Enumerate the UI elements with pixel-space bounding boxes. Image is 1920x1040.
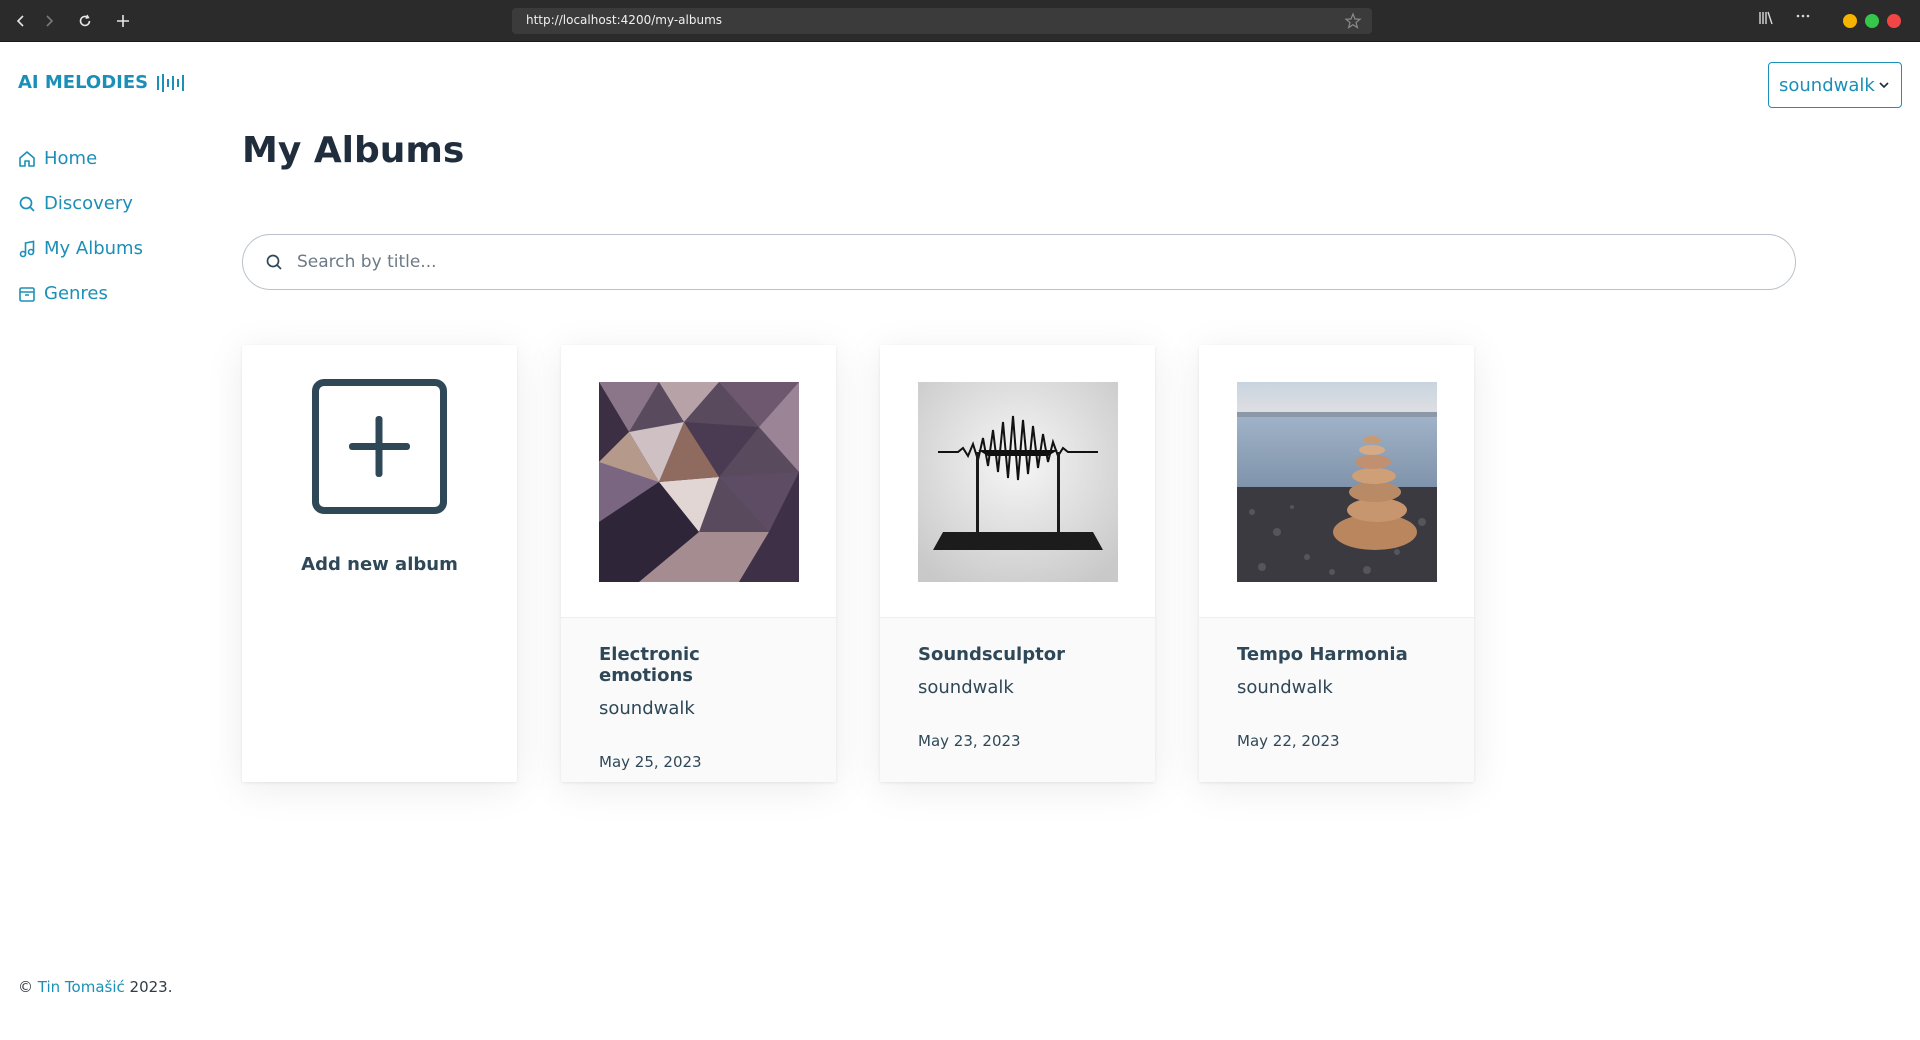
- copyright-symbol: ©: [18, 978, 33, 996]
- library-icon: [1759, 11, 1773, 25]
- plus-icon: [117, 15, 129, 27]
- search-bar[interactable]: [242, 234, 1796, 290]
- chevron-down-icon: [1879, 82, 1889, 89]
- back-button[interactable]: [8, 8, 34, 34]
- album-cover: [917, 382, 1118, 582]
- album-cover-area: [1199, 345, 1474, 617]
- author-link[interactable]: Tin Tomašić: [38, 978, 125, 996]
- app-logo[interactable]: AI MELODIES: [18, 72, 186, 93]
- album-grid: Add new album Electronic emotions soundw…: [242, 345, 1474, 782]
- add-album-label: Add new album: [301, 554, 458, 575]
- album-cover-area: [561, 345, 836, 617]
- footer: © Tin Tomašić 2023.: [18, 978, 172, 996]
- album-cover: [1236, 382, 1437, 582]
- archive-box-icon: [19, 286, 35, 302]
- bookmark-star-icon[interactable]: [1344, 12, 1362, 30]
- user-select-value: soundwalk: [1779, 74, 1875, 96]
- album-card[interactable]: Electronic emotions soundwalk May 25, 20…: [561, 345, 836, 782]
- forward-button[interactable]: [36, 8, 62, 34]
- album-artist: soundwalk: [1237, 677, 1333, 698]
- crystal-facets-image: [598, 382, 799, 582]
- sound-bars-icon: [157, 73, 185, 92]
- waveform-sculpture-image: [917, 382, 1118, 582]
- page-title: My Albums: [242, 130, 465, 171]
- album-title: Soundsculptor: [918, 644, 1065, 665]
- home-icon: [19, 150, 35, 167]
- chevron-left-icon: [16, 15, 24, 27]
- search-icon: [266, 254, 282, 270]
- menu-button[interactable]: [1795, 7, 1811, 27]
- sidebar-item-label: My Albums: [44, 238, 143, 259]
- album-cover-area: [880, 345, 1155, 617]
- sidebar-nav: Home Discovery My Albums Genres: [18, 136, 143, 316]
- new-tab-button[interactable]: [110, 8, 136, 34]
- sidebar-item-home[interactable]: Home: [18, 136, 143, 181]
- sidebar-item-label: Genres: [44, 283, 108, 304]
- add-square-icon: [312, 379, 447, 514]
- user-select[interactable]: soundwalk: [1768, 62, 1902, 108]
- sidebar-item-genres[interactable]: Genres: [18, 271, 143, 316]
- reload-button[interactable]: [72, 8, 98, 34]
- close-button[interactable]: [1887, 14, 1901, 28]
- add-album-card[interactable]: Add new album: [242, 345, 517, 782]
- search-input[interactable]: [297, 252, 1773, 272]
- library-button[interactable]: [1758, 10, 1774, 30]
- album-date: May 25, 2023: [599, 753, 702, 771]
- album-info: Electronic emotions soundwalk May 25, 20…: [561, 617, 836, 782]
- album-info: Tempo Harmonia soundwalk May 22, 2023: [1199, 617, 1474, 782]
- album-title: Tempo Harmonia: [1237, 644, 1408, 665]
- logo-text: AI MELODIES: [18, 72, 149, 93]
- url-text: http://localhost:4200/my-albums: [526, 13, 723, 27]
- address-bar[interactable]: http://localhost:4200/my-albums: [512, 8, 1372, 34]
- album-info: Soundsculptor soundwalk May 23, 2023: [880, 617, 1155, 782]
- sidebar-item-label: Home: [44, 148, 98, 169]
- stacked-stones-image: [1236, 382, 1437, 582]
- album-card[interactable]: Tempo Harmonia soundwalk May 22, 2023: [1199, 345, 1474, 782]
- album-artist: soundwalk: [918, 677, 1014, 698]
- sidebar-item-label: Discovery: [44, 193, 133, 214]
- music-note-icon: [19, 240, 35, 257]
- album-card[interactable]: Soundsculptor soundwalk May 23, 2023: [880, 345, 1155, 782]
- sidebar-item-discovery[interactable]: Discovery: [18, 181, 143, 226]
- album-date: May 22, 2023: [1237, 732, 1340, 750]
- more-dots-icon: [1796, 14, 1810, 18]
- browser-toolbar: http://localhost:4200/my-albums: [0, 0, 1920, 42]
- album-date: May 23, 2023: [918, 732, 1021, 750]
- reload-icon: [79, 14, 91, 27]
- sidebar-item-my-albums[interactable]: My Albums: [18, 226, 143, 271]
- maximize-button[interactable]: [1865, 14, 1879, 28]
- copyright-year: 2023.: [129, 978, 173, 996]
- album-cover: [598, 382, 799, 582]
- album-title: Electronic emotions: [599, 644, 700, 686]
- chevron-right-icon: [46, 15, 54, 27]
- album-artist: soundwalk: [599, 698, 695, 719]
- search-icon: [19, 196, 35, 212]
- minimize-button[interactable]: [1843, 14, 1857, 28]
